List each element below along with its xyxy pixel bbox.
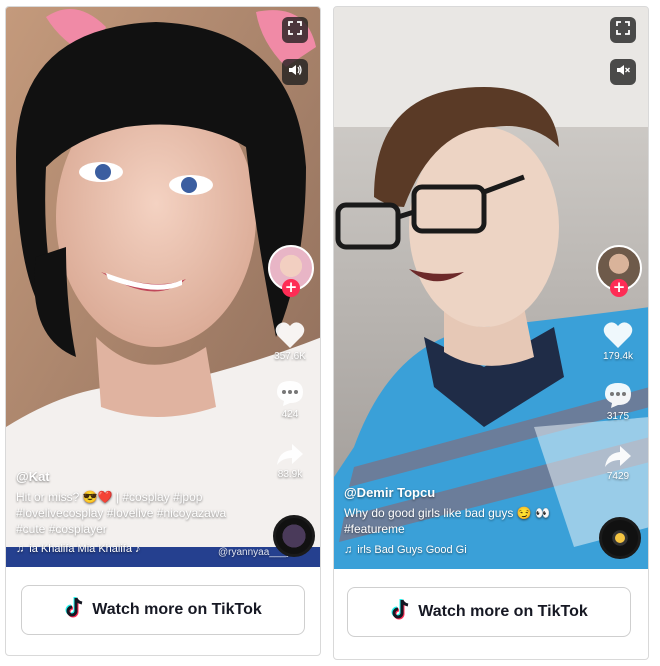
hashtag[interactable]: #jpop bbox=[173, 490, 202, 504]
tiktok-logo-icon bbox=[390, 598, 410, 626]
share-count: 83.9k bbox=[277, 469, 303, 480]
like-action[interactable]: 357.6K bbox=[268, 321, 312, 362]
hashtag[interactable]: #lovelivecosplay bbox=[16, 506, 103, 520]
tiktok-logo-icon bbox=[64, 596, 84, 624]
hashtag[interactable]: #lovelive bbox=[107, 506, 154, 520]
creator-avatar[interactable]: + bbox=[596, 245, 642, 297]
like-count: 179.4k bbox=[602, 351, 634, 362]
emoji-tag: 👀 bbox=[535, 506, 550, 520]
description-text: Hit or miss? 😎❤️ | bbox=[16, 490, 123, 504]
like-count: 357.6K bbox=[274, 351, 306, 362]
music-title: irls Bad Guys Good Gi bbox=[357, 544, 467, 556]
fullscreen-icon bbox=[288, 20, 302, 40]
fullscreen-button[interactable] bbox=[282, 17, 308, 43]
share-action[interactable]: 7429 bbox=[596, 445, 640, 482]
comment-action[interactable]: 3175 bbox=[596, 381, 640, 422]
watch-more-button[interactable]: Watch more on TikTok bbox=[21, 585, 305, 635]
music-note-icon: ♫ bbox=[16, 543, 25, 555]
watch-more-button[interactable]: Watch more on TikTok bbox=[347, 587, 631, 637]
share-icon bbox=[268, 443, 312, 467]
music-disc[interactable] bbox=[273, 515, 315, 557]
share-action[interactable]: 83.9k bbox=[268, 443, 312, 480]
hashtag[interactable]: #cosplayer bbox=[49, 522, 107, 536]
comment-count: 3175 bbox=[606, 411, 630, 422]
comment-action[interactable]: 424 bbox=[268, 379, 312, 420]
fullscreen-icon bbox=[616, 20, 630, 40]
watch-more-label: Watch more on TikTok bbox=[92, 601, 262, 618]
share-count: 7429 bbox=[606, 471, 630, 482]
video-description: Why do good girls like bad guys 😏 👀 #fea… bbox=[344, 505, 559, 537]
heart-icon bbox=[596, 321, 640, 349]
music-title: ia Khalifa Mia Khalifa ♪ bbox=[29, 543, 141, 555]
author-handle[interactable]: @Kat bbox=[16, 469, 50, 484]
tiktok-embed-card-1: + 357.6K 424 83.9k @Kat Hit or miss? 😎❤️… bbox=[5, 6, 321, 656]
author-handle[interactable]: @Demir Topcu bbox=[344, 485, 435, 500]
mute-button[interactable] bbox=[610, 59, 636, 85]
music-info[interactable]: ♫ ia Khalifa Mia Khalifa ♪ bbox=[16, 543, 141, 555]
volume-button[interactable] bbox=[282, 59, 308, 85]
comment-icon bbox=[268, 379, 312, 407]
music-disc[interactable] bbox=[599, 517, 641, 559]
music-info[interactable]: ♫ irls Bad Guys Good Gi bbox=[344, 544, 467, 556]
volume-icon bbox=[288, 63, 302, 82]
comment-icon bbox=[596, 381, 640, 409]
comment-count: 424 bbox=[281, 409, 299, 420]
share-icon bbox=[596, 445, 640, 469]
fullscreen-button[interactable] bbox=[610, 17, 636, 43]
heart-icon bbox=[268, 321, 312, 349]
watch-more-label: Watch more on TikTok bbox=[418, 603, 588, 620]
hashtag[interactable]: #cute bbox=[16, 522, 45, 536]
creator-avatar[interactable]: + bbox=[268, 245, 314, 297]
mute-icon bbox=[616, 63, 630, 82]
like-action[interactable]: 179.4k bbox=[596, 321, 640, 362]
video-description: Hit or miss? 😎❤️ | #cosplay #jpop #lovel… bbox=[16, 489, 241, 537]
music-note-icon: ♫ bbox=[344, 544, 353, 556]
description-text: Why do good girls like bad guys 😏 bbox=[344, 506, 532, 520]
hashtag[interactable]: #featureme bbox=[344, 522, 405, 536]
tiktok-embed-card-2: + 179.4k 3175 7429 @Demir Topcu Why do g… bbox=[333, 6, 649, 660]
disc-center bbox=[615, 533, 625, 543]
hashtag[interactable]: #cosplay bbox=[122, 490, 169, 504]
follow-button[interactable]: + bbox=[282, 279, 300, 297]
follow-button[interactable]: + bbox=[610, 279, 628, 297]
hashtag[interactable]: #nicoyazawa bbox=[157, 506, 226, 520]
